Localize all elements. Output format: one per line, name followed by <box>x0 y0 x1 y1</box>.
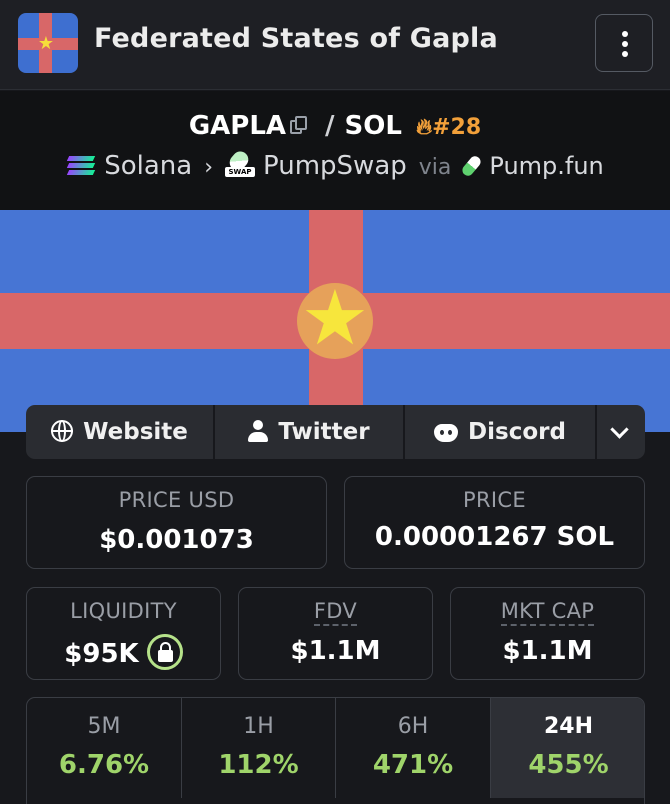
fire-icon: 🔥︎ <box>415 115 433 140</box>
token-banner: ★ <box>0 210 670 432</box>
base-symbol: GAPLA <box>188 111 287 141</box>
flag-logo: ★ <box>18 13 78 73</box>
pumpswap-icon: SWAP <box>225 148 256 177</box>
pill-icon <box>460 154 484 178</box>
chevron-down-icon <box>610 420 629 439</box>
fdv-box: FDV $1.1M <box>238 587 433 680</box>
discord-button[interactable]: Discord <box>405 405 597 459</box>
discord-icon <box>434 424 459 442</box>
period-tabs: 5M 6.76% 1H 112% 6H 471% 24H 455% <box>26 697 645 804</box>
pair-info: GAPLA / SOL 🔥︎#28 Solana › SWAP PumpSwap via Pum… <box>0 91 670 210</box>
period-change: 112% <box>218 750 299 780</box>
star-icon: ★ <box>37 33 55 54</box>
route-line: Solana › SWAP PumpSwap via Pump.fun <box>0 148 670 181</box>
trending-rank[interactable]: 🔥︎#28 <box>416 115 481 140</box>
kebab-menu-icon <box>622 31 628 37</box>
chain-link[interactable]: Solana <box>104 151 192 181</box>
tab-24h[interactable]: 24H 455% <box>491 698 644 798</box>
liquidity-box: LIQUIDITY $95K <box>26 587 221 680</box>
website-button[interactable]: Website <box>26 405 215 459</box>
period-label: 24H <box>543 714 594 739</box>
copy-icon[interactable] <box>290 116 308 135</box>
kebab-menu-button[interactable] <box>595 14 653 72</box>
period-label: 6H <box>397 714 429 739</box>
fdv-label[interactable]: FDV <box>313 599 358 626</box>
more-links-button[interactable] <box>597 405 645 459</box>
liquidity-value-row: $95K <box>27 634 220 670</box>
mktcap-value: $1.1M <box>502 636 593 666</box>
via-label: via <box>418 155 452 180</box>
banner-star-icon: ★ <box>300 273 370 362</box>
period-change: 455% <box>528 750 609 780</box>
social-links: Website Twitter Discord <box>26 405 645 459</box>
dex-link[interactable]: PumpSwap <box>263 151 407 181</box>
twitter-button[interactable]: Twitter <box>215 405 405 459</box>
price-usd-label: PRICE USD <box>118 488 235 512</box>
quote-symbol: SOL <box>344 111 402 141</box>
launchpad-link[interactable]: Pump.fun <box>489 152 603 180</box>
period-change: 6.76% <box>58 750 150 780</box>
tab-5m[interactable]: 5M 6.76% <box>27 698 182 798</box>
pair-line: GAPLA / SOL 🔥︎#28 <box>0 111 670 141</box>
tab-1h[interactable]: 1H 112% <box>182 698 336 798</box>
pair-separator: / <box>325 111 335 141</box>
fdv-value: $1.1M <box>290 636 381 666</box>
liquidity-label: LIQUIDITY <box>70 599 177 623</box>
lock-icon[interactable] <box>146 634 183 670</box>
price-sol-label: PRICE <box>463 488 526 512</box>
price-usd-value: $0.001073 <box>99 525 254 555</box>
price-sol-box: PRICE 0.00001267 SOL <box>344 476 645 569</box>
mktcap-label[interactable]: MKT CAP <box>500 599 595 626</box>
person-icon <box>248 420 269 442</box>
period-label: 1H <box>243 714 274 739</box>
mktcap-box: MKT CAP $1.1M <box>450 587 645 680</box>
price-sol-value: 0.00001267 SOL <box>374 522 615 552</box>
token-title: Federated States of Gapla <box>94 23 498 54</box>
globe-icon <box>51 420 74 442</box>
period-change: 471% <box>372 750 454 780</box>
chevron-right-icon: › <box>204 155 214 180</box>
liquidity-value: $95K <box>64 639 139 669</box>
period-label: 5M <box>87 714 121 739</box>
tab-6h[interactable]: 6H 471% <box>336 698 491 798</box>
solana-icon <box>66 153 96 177</box>
token-header: ★ Federated States of Gapla <box>0 0 670 90</box>
price-usd-box: PRICE USD $0.001073 <box>26 476 327 569</box>
